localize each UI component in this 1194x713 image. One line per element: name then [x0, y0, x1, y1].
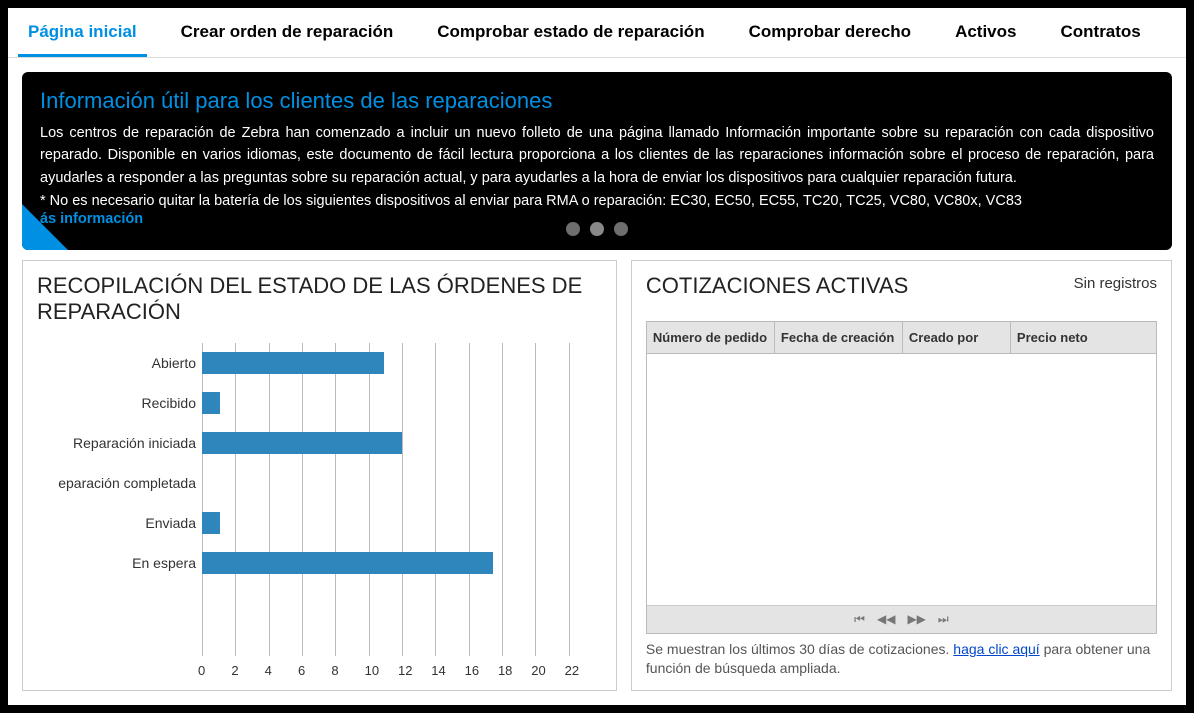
active-quotes-head: COTIZACIONES ACTIVAS Sin registros	[646, 273, 1157, 309]
tab-2[interactable]: Comprobar estado de reparación	[427, 8, 714, 57]
chart-category-label: eparación completada	[37, 463, 202, 503]
repair-status-panel: RECOPILACIÓN DEL ESTADO DE LAS ÓRDENES D…	[22, 260, 617, 691]
chart-bar-row	[202, 543, 602, 583]
chart-x-tick: 18	[498, 663, 531, 678]
col-order-number[interactable]: Número de pedido	[647, 322, 775, 354]
chart-x-tick: 12	[398, 663, 431, 678]
banner-footnote: * No es necesario quitar la batería de l…	[40, 193, 1154, 209]
chart-x-tick: 6	[298, 663, 331, 678]
chart-x-tick: 2	[231, 663, 264, 678]
chart-bar-row	[202, 383, 602, 423]
quotes-grid-header: Número de pedido Fecha de creación Cread…	[647, 322, 1156, 354]
pager-first-icon[interactable]: ⏮	[854, 612, 865, 627]
tab-bar: Página inicial Crear orden de reparación C…	[8, 8, 1186, 58]
banner-wrap: Información útil para los clientes de la…	[8, 58, 1186, 260]
quotes-footer-note: Se muestran los últimos 30 días de cotiz…	[646, 640, 1157, 678]
chart-bar	[202, 512, 220, 534]
banner-body: Los centros de reparación de Zebra han c…	[40, 122, 1154, 189]
chart-x-tick: 16	[465, 663, 498, 678]
pager-last-icon[interactable]: ⏭	[938, 612, 949, 627]
quotes-grid-body	[647, 354, 1156, 605]
tab-5[interactable]: Contratos	[1050, 8, 1150, 57]
chart-bars	[202, 343, 602, 583]
footer-search-link[interactable]: haga clic aquí	[953, 641, 1039, 657]
chart-x-tick: 0	[198, 663, 231, 678]
chart-x-tick: 8	[331, 663, 364, 678]
chart-category-label: En espera	[37, 543, 202, 583]
carousel-dot-1[interactable]	[590, 222, 604, 236]
tab-4[interactable]: Activos	[945, 8, 1026, 57]
chart-bar-row	[202, 503, 602, 543]
footer-pre: Se muestran los últimos 30 días de cotiz…	[646, 641, 953, 657]
chart-x-tick: 22	[565, 663, 598, 678]
col-net-price[interactable]: Precio neto	[1011, 322, 1156, 354]
repair-status-chart: AbiertoRecibidoReparación iniciadaeparac…	[37, 335, 602, 678]
chart-category-label: Recibido	[37, 383, 202, 423]
chart-category-label: Enviada	[37, 503, 202, 543]
quotes-pager: ⏮ ◀◀ ▶▶ ⏭	[647, 605, 1156, 633]
chart-plot: 0246810121416182022	[202, 335, 602, 678]
tab-0[interactable]: Página inicial	[18, 8, 147, 57]
chart-y-labels: AbiertoRecibidoReparación iniciadaeparac…	[37, 335, 202, 678]
chart-bar	[202, 392, 220, 414]
quotes-grid: Número de pedido Fecha de creación Cread…	[646, 321, 1157, 634]
chart-bar-row	[202, 423, 602, 463]
tab-1[interactable]: Crear orden de reparación	[171, 8, 404, 57]
active-quotes-panel: COTIZACIONES ACTIVAS Sin registros Númer…	[631, 260, 1172, 691]
banner-corner-accent	[22, 203, 69, 250]
chart-bar	[202, 432, 402, 454]
content-row: RECOPILACIÓN DEL ESTADO DE LAS ÓRDENES D…	[8, 260, 1186, 705]
chart-bar-row	[202, 463, 602, 503]
chart-bar-row	[202, 343, 602, 383]
chart-x-axis: 0246810121416182022	[202, 663, 602, 678]
col-created-date[interactable]: Fecha de creación	[775, 322, 903, 354]
chart-category-label: Abierto	[37, 343, 202, 383]
tab-3[interactable]: Comprobar derecho	[739, 8, 921, 57]
pager-prev-icon[interactable]: ◀◀	[877, 612, 895, 627]
col-created-by[interactable]: Creado por	[903, 322, 1011, 354]
chart-x-tick: 20	[531, 663, 564, 678]
pager-next-icon[interactable]: ▶▶	[907, 612, 925, 627]
carousel-dots	[40, 222, 1154, 236]
carousel-dot-0[interactable]	[566, 222, 580, 236]
info-banner: Información útil para los clientes de la…	[22, 72, 1172, 250]
chart-bar	[202, 352, 384, 374]
banner-title: Información útil para los clientes de la…	[40, 88, 1154, 114]
repair-status-title: RECOPILACIÓN DEL ESTADO DE LAS ÓRDENES D…	[37, 273, 602, 325]
chart-x-tick: 4	[265, 663, 298, 678]
chart-x-tick: 10	[365, 663, 398, 678]
chart-category-label: Reparación iniciada	[37, 423, 202, 463]
carousel-dot-2[interactable]	[614, 222, 628, 236]
chart-x-tick: 14	[431, 663, 464, 678]
chart-bar	[202, 552, 493, 574]
active-quotes-title: COTIZACIONES ACTIVAS	[646, 273, 908, 299]
no-records-label: Sin registros	[1074, 273, 1157, 292]
